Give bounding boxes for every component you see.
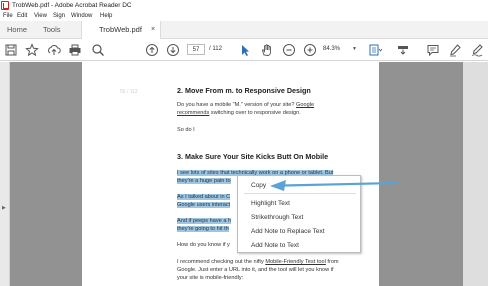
selected-text-line[interactable]: they're a huge pain to — [177, 177, 231, 185]
highlight-pen-icon[interactable] — [448, 43, 462, 57]
link[interactable]: Mobile-Friendly Test tool — [265, 259, 326, 265]
tab-document-label: TrobWeb.pdf — [99, 25, 142, 34]
upload-cloud-icon[interactable] — [47, 43, 61, 57]
section-heading: 3. Make Sure Your Site Kicks Butt On Mob… — [177, 152, 329, 161]
comment-icon[interactable] — [426, 43, 440, 57]
selected-text-line[interactable]: they're going to hit th — [177, 225, 229, 233]
menu-item-add-note-replace[interactable]: Add Note to Replace Text — [251, 228, 325, 235]
paragraph-line: So do I — [177, 127, 195, 133]
close-icon[interactable]: × — [151, 21, 155, 39]
selected-text-line[interactable]: And if peeps have a h — [177, 217, 232, 225]
menu-item-strikethrough-text[interactable]: Strikethrough Text — [251, 214, 303, 221]
tab-tools[interactable]: Tools — [43, 21, 61, 39]
menu-item-copy[interactable]: Copy — [251, 182, 266, 189]
right-tools-panel[interactable] — [463, 62, 488, 286]
sign-icon[interactable] — [470, 43, 484, 57]
page-total: / 112 — [209, 46, 222, 52]
zoom-in-icon[interactable] — [303, 43, 317, 57]
tab-document[interactable]: TrobWeb.pdf × — [81, 21, 161, 40]
zoom-level-value: 84.3% — [323, 46, 341, 52]
section-heading: 2. Move From m. to Responsive Design — [177, 86, 311, 95]
chevron-down-icon: ▼ — [352, 46, 357, 52]
menu-view[interactable]: View — [34, 11, 47, 21]
save-icon[interactable] — [4, 43, 18, 57]
menu-edit[interactable]: Edit — [17, 11, 27, 21]
left-navigation-panel[interactable]: ▶ — [0, 62, 10, 286]
previous-page-icon[interactable] — [145, 43, 159, 57]
paragraph-line: I recommend checking out the nifty Mobil… — [177, 259, 339, 265]
page-number-input[interactable]: 57 — [187, 44, 205, 55]
print-icon[interactable] — [68, 43, 82, 57]
selected-text-line[interactable]: Google users interact — [177, 201, 231, 209]
menu-help[interactable]: Help — [100, 11, 112, 21]
paragraph-line: Google. Just enter a URL into it, and th… — [177, 267, 334, 273]
acrobat-logo-icon — [1, 1, 9, 10]
paragraph-line: recommends switching over to responsive … — [177, 110, 301, 116]
window-title: TrobWeb.pdf - Adobe Acrobat Reader DC — [12, 2, 132, 9]
menu-window[interactable]: Window — [71, 11, 92, 21]
next-page-icon[interactable] — [166, 43, 180, 57]
zoom-search-icon[interactable] — [91, 43, 105, 57]
paragraph-line: How do you know if y — [177, 242, 230, 248]
tabs-row: Home Tools TrobWeb.pdf × — [0, 21, 488, 40]
menu-separator — [244, 193, 356, 194]
zoom-level-select[interactable]: 84.3% ▼ — [323, 44, 359, 55]
page-number-label: 56 / 112 — [120, 89, 138, 95]
hand-tool-icon[interactable] — [260, 43, 274, 57]
menu-item-add-note-text[interactable]: Add Note to Text — [251, 242, 299, 249]
star-icon[interactable] — [25, 43, 39, 57]
link[interactable]: recommends — [177, 110, 209, 116]
paragraph-line: Do you have a mobile "M." version of you… — [177, 102, 315, 108]
page-fit-icon[interactable] — [368, 43, 383, 57]
menu-item-highlight-text[interactable]: Highlight Text — [251, 200, 290, 207]
selected-text-line[interactable]: As I talked about in C — [177, 193, 231, 201]
tab-home[interactable]: Home — [7, 21, 27, 39]
select-cursor-icon[interactable] — [238, 43, 252, 57]
link[interactable]: Google — [296, 102, 314, 108]
paragraph-line: your site is mobile-friendly: — [177, 275, 244, 281]
menu-file[interactable]: File — [3, 11, 13, 21]
read-mode-icon[interactable] — [396, 43, 410, 57]
zoom-out-icon[interactable] — [282, 43, 296, 57]
menu-sign[interactable]: Sign — [53, 11, 65, 21]
menu-bar: File Edit View Sign Window Help — [0, 11, 488, 21]
annotation-arrow-icon — [270, 180, 398, 191]
toolbar: 57 / 112 84.3% ▼ — [0, 39, 488, 61]
expand-panel-icon[interactable]: ▶ — [2, 205, 6, 211]
